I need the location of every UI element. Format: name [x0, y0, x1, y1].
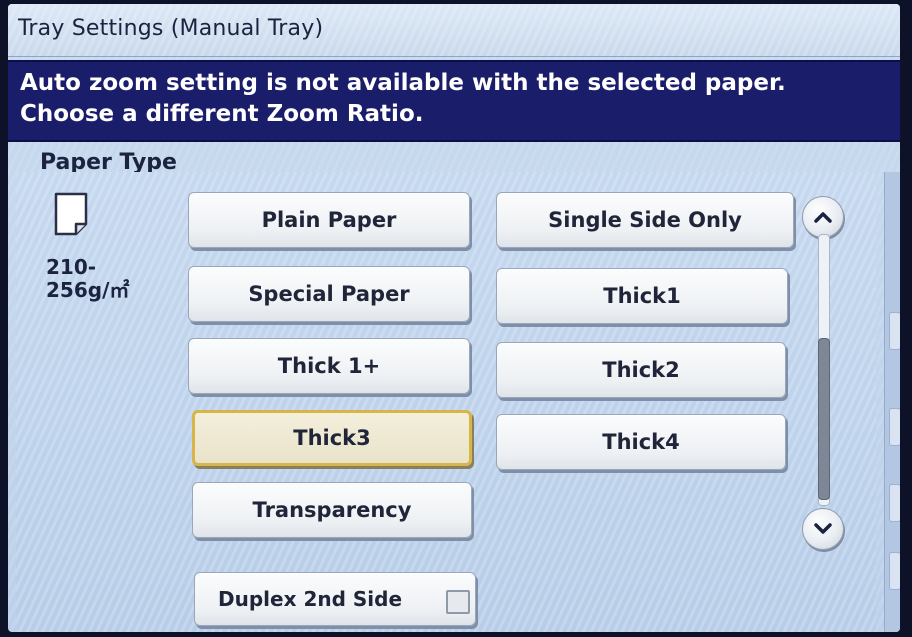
side-tab[interactable] — [889, 484, 900, 522]
scroll-up-button[interactable] — [802, 196, 844, 238]
side-tab[interactable] — [889, 312, 900, 350]
thick3-button[interactable]: Thick3 — [192, 410, 472, 466]
thick4-button[interactable]: Thick4 — [496, 414, 786, 470]
thick2-button[interactable]: Thick2 — [496, 342, 786, 398]
duplex-2nd-side-checkbox[interactable] — [446, 590, 470, 614]
thick1-button[interactable]: Thick1 — [496, 268, 788, 324]
message-bar: Auto zoom setting is not available with … — [8, 60, 900, 142]
side-tab[interactable] — [889, 408, 900, 446]
duplex-2nd-side-label: Duplex 2nd Side — [218, 587, 403, 611]
transparency-button[interactable]: Transparency — [192, 482, 472, 538]
warning-message: Auto zoom setting is not available with … — [20, 70, 786, 127]
single-side-only-button[interactable]: Single Side Only — [496, 192, 794, 248]
paper-sheet-icon — [54, 192, 88, 236]
thick1-plus-button[interactable]: Thick 1+ — [188, 338, 470, 394]
special-paper-button[interactable]: Special Paper — [188, 266, 470, 322]
paper-weight-value: 210- 256g/㎡ — [46, 255, 130, 302]
window-title: Tray Settings (Manual Tray) — [18, 16, 324, 41]
plain-paper-button[interactable]: Plain Paper — [188, 192, 470, 248]
chevron-down-icon — [814, 523, 832, 534]
title-bar: Tray Settings (Manual Tray) — [8, 4, 900, 57]
screen: Tray Settings (Manual Tray) Auto zoom se… — [8, 4, 900, 632]
scroll-down-button[interactable] — [802, 508, 844, 550]
chevron-up-icon — [814, 212, 832, 223]
scrollbar-thumb[interactable] — [818, 338, 830, 500]
right-side-strip — [884, 172, 900, 632]
side-tab[interactable] — [889, 552, 900, 590]
